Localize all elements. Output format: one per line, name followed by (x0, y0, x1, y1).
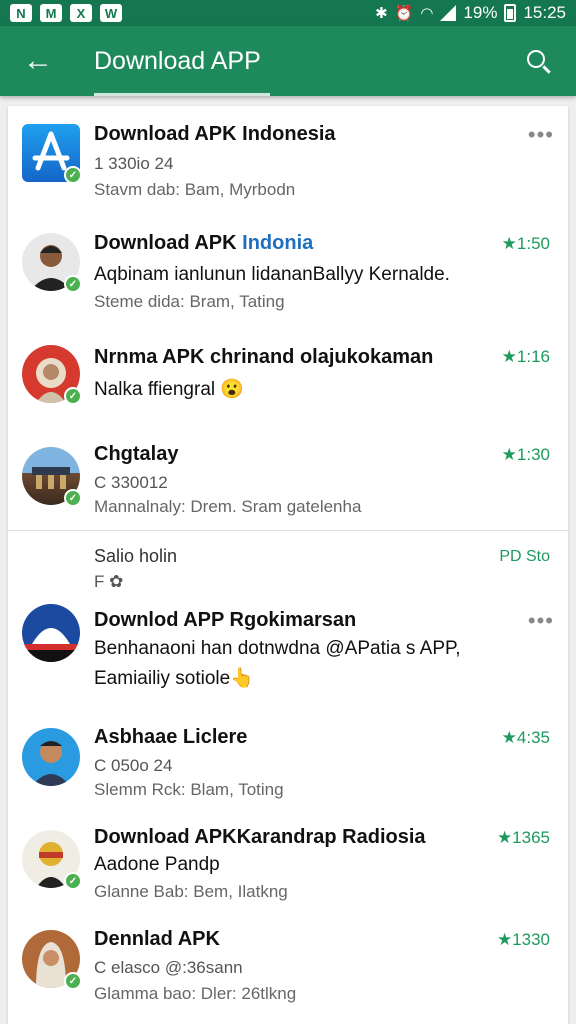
item-meta: Stavm dab: Bam, Myrbodn (94, 180, 296, 199)
search-icon (527, 50, 545, 68)
app-list-card: ✓ Download APK Indonesia 1 330io 24 Stav… (8, 106, 568, 1024)
list-item[interactable]: Downlod APP Rgokimarsan Benhanaoni han d… (8, 604, 568, 714)
item-meta: Steme dida: Bram, Tating (94, 292, 285, 311)
rating: ★1330 (496, 930, 550, 949)
verified-check-icon: ✓ (64, 872, 82, 890)
notification-app-icon: X (70, 4, 92, 22)
verified-check-icon: ✓ (64, 972, 82, 990)
item-title: Asbhaae Liclere (94, 726, 248, 748)
bluetooth-icon: ✱ (375, 5, 388, 22)
list-item[interactable]: ✓ Dennlad APK C elasco @:36sann Glamma b… (8, 924, 568, 1020)
verified-check-icon: ✓ (64, 275, 82, 293)
item-description: Aadone Pandp (94, 854, 220, 875)
item-description: Eamiailiy sotiole👆 (94, 668, 254, 689)
item-meta: Slemm Rck: Blam, Toting (94, 780, 284, 799)
status-bar: N M X W ✱ ⏰ ◠ 19% 15:25 (0, 0, 576, 26)
verified-check-icon: ✓ (64, 166, 82, 184)
item-title: Chgtalay (94, 443, 179, 465)
item-subtitle: C 050o 24 (94, 756, 173, 775)
section-action[interactable]: PD Sto (499, 548, 550, 566)
app-bar: ← Download APP (0, 26, 576, 96)
item-description: Nalka ffiengral 😮 (94, 379, 245, 400)
list-item[interactable]: ✓ Nrnma APK chrinand olajukokaman Nalka … (8, 341, 568, 441)
item-description: Benhanaoni han dotnwdna @APatia s APP, (94, 638, 461, 659)
app-logo-avatar (22, 604, 80, 662)
arrow-left-icon: ← (23, 44, 53, 77)
list-item[interactable]: ✓ Download APK Indonesia 1 330io 24 Stav… (8, 118, 568, 218)
list-item[interactable]: ✓ Download APKKarandrap Radiosia Aadone … (8, 822, 568, 918)
item-meta: Glanne Bab: Bem, Ilatkng (94, 882, 288, 901)
item-subtitle: C elasco @:36sann (94, 958, 243, 977)
verified-check-icon: ✓ (64, 387, 82, 405)
app-store-avatar: ✓ (22, 124, 82, 184)
back-button[interactable]: ← (0, 26, 76, 96)
user-avatar: ✓ (22, 345, 82, 405)
signal-icon (440, 5, 457, 21)
page-title: Download APP (94, 46, 261, 75)
item-title: Download APK Indonia (94, 232, 314, 254)
wifi-icon: ◠ (420, 5, 434, 22)
item-meta: Glamma bao: Dler: 26tlkng (94, 984, 297, 1003)
rating: ★4:35 (501, 728, 550, 747)
app-logo-icon (22, 604, 80, 662)
list-item[interactable]: Asbhaae Liclere C 050o 24 Slemm Rck: Bla… (8, 722, 568, 814)
more-options-icon[interactable]: ••• (528, 608, 554, 634)
battery-icon (504, 4, 517, 22)
item-subtitle: C 330012 (94, 473, 168, 492)
title-underline (94, 93, 270, 96)
rating: ★1:50 (501, 234, 550, 253)
clock: 15:25 (523, 3, 566, 22)
verified-check-icon: ✓ (64, 489, 82, 507)
battery-percent: 19% (463, 3, 498, 22)
rating: ★1365 (496, 828, 550, 847)
user-avatar: ✓ (22, 930, 82, 990)
item-title: Dennlad APK (94, 928, 220, 950)
item-title: Downlod APP Rgokimarsan (94, 609, 357, 631)
notification-icons: N M X W (10, 4, 122, 22)
search-button[interactable] (500, 26, 576, 96)
group-avatar: ✓ (22, 447, 82, 507)
item-title: Download APK Indonesia (94, 123, 336, 145)
section-divider (8, 530, 568, 531)
user-avatar: ✓ (22, 830, 82, 890)
title-tab[interactable]: Download APP (76, 26, 270, 96)
alarm-icon: ⏰ (394, 5, 414, 22)
item-meta: Mannalnaly: Drem. Sram gatelenha (94, 497, 362, 516)
rating: ★1:30 (501, 445, 550, 464)
rating: ★1:16 (501, 347, 550, 366)
item-subtitle: 1 330io 24 (94, 154, 174, 173)
item-title: Download APKKarandrap Radiosia (94, 826, 426, 848)
person-icon (22, 728, 80, 786)
user-avatar (22, 728, 80, 786)
section-title: Salio holin (94, 546, 178, 566)
section-subtitle: F ✿ (94, 572, 124, 591)
more-options-icon[interactable]: ••• (528, 122, 554, 148)
notification-app-icon: M (40, 4, 62, 22)
list-item[interactable]: ✓ Chgtalay C 330012 Mannalnaly: Drem. Sr… (8, 439, 568, 529)
item-title: Nrnma APK chrinand olajukokaman (94, 346, 434, 368)
user-avatar: ✓ (22, 233, 82, 293)
notification-app-icon: N (10, 4, 32, 22)
list-item[interactable]: ✓ Download APK Indonia Aqbinam ianlunun … (8, 228, 568, 338)
item-description: Aqbinam ianlunun lidananBallyy Kernalde. (94, 264, 450, 285)
notification-app-icon: W (100, 4, 122, 22)
